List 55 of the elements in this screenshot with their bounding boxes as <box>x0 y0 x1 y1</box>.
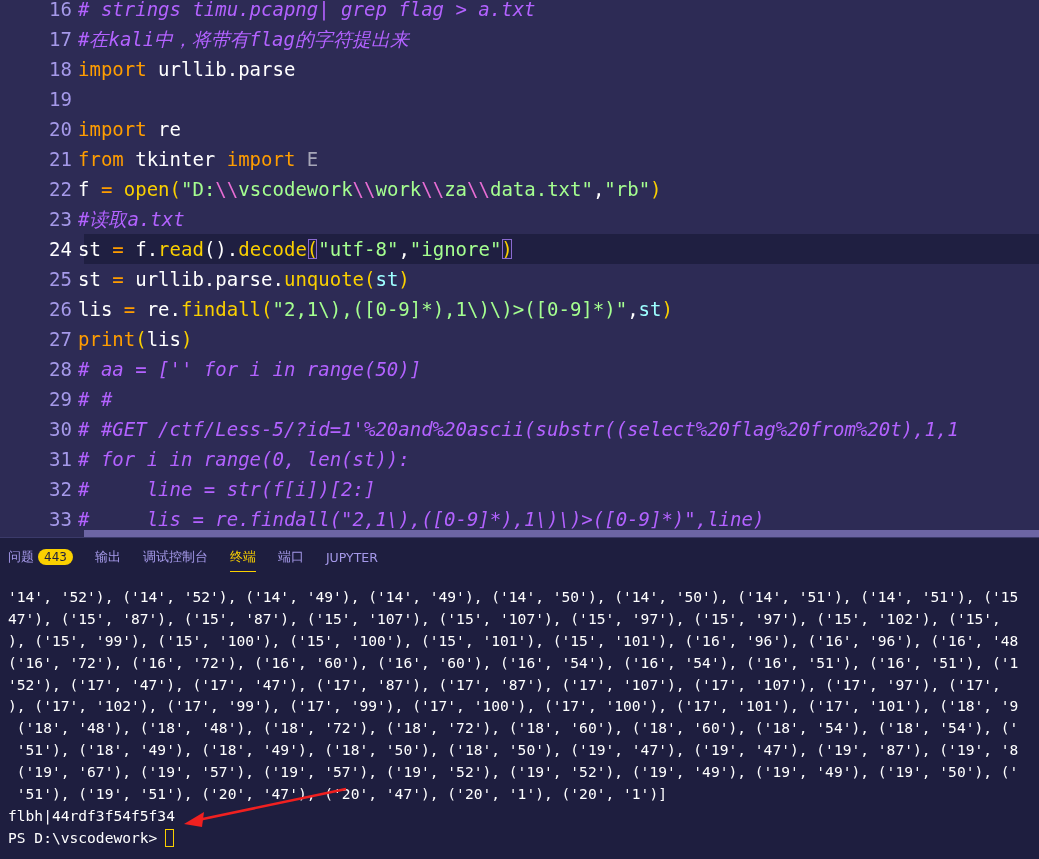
code-line: st = urllib.parse.unquote(st) <box>78 268 410 290</box>
terminal-prompt: PS D:\vscodework> <box>8 827 158 848</box>
terminal-output-line: ), ('15', '99'), ('15', '100'), ('15', '100'), ('15', '101'), ('15', '101'), ('16', '96'), ('16', '96'), ('16', '48 <box>8 630 1019 651</box>
code-line: # aa = ['' for i in range(50)] <box>78 358 422 380</box>
count-badge: 443 <box>38 549 73 565</box>
terminal-output-line: ('18', '48'), ('18', '48'), ('18', '72'), ('18', '72'), ('18', '60'), ('18', '60'), ('18', '54'), ('18', '54'), (' <box>15 718 1019 739</box>
panel-tab[interactable]: 端口 <box>277 548 304 572</box>
line-number: 29 <box>48 387 73 412</box>
terminal-output-line: ), ('17', '102'), ('17', '99'), ('17', '99'), ('17', '100'), ('17', '100'), ('17', '101'), ('17', '101'), ('18', '9 <box>8 696 1019 717</box>
line-number: 23 <box>48 207 73 232</box>
panel-tab[interactable]: 问题 443 <box>8 548 73 572</box>
line-number: 22 <box>48 177 73 202</box>
line-number: 19 <box>48 87 73 112</box>
code-line: print(lis) <box>78 328 193 350</box>
line-number: 26 <box>48 297 73 322</box>
line-number: 31 <box>48 447 73 472</box>
terminal-output-line: '52'), ('17', '47'), ('17', '47'), ('17', '87'), ('17', '87'), ('17', '107'), ('17', '107'), ('17', '97'), ('17', <box>8 674 1001 695</box>
line-number: 17 <box>48 27 73 52</box>
horizontal-scrollbar[interactable] <box>84 530 1039 537</box>
line-number: 30 <box>48 417 73 442</box>
terminal-output-line: ('16', '72'), ('16', '72'), ('16', '60'), ('16', '60'), ('16', '54'), ('16', '54'), ('16', '51'), ('16', '51'), ('1 <box>8 652 1019 673</box>
line-number: 16 <box>48 0 73 22</box>
code-line: import re <box>78 118 181 140</box>
panel-tab[interactable]: 输出 <box>94 548 121 572</box>
code-line: #读取a.txt <box>78 208 185 230</box>
panel-tab[interactable]: 调试控制台 <box>142 548 208 572</box>
terminal-output-line: 47'), ('15', '87'), ('15', '87'), ('15', '107'), ('15', '107'), ('15', '97'), ('15', '97'), ('15', '102'), ('15', <box>8 608 1001 629</box>
code-line: st = f.read().decode("utf-8","ignore") <box>78 238 513 260</box>
line-number: 32 <box>48 477 73 502</box>
code-line: from tkinter import E <box>78 148 319 170</box>
terminal-output-line: '51'), ('18', '49'), ('18', '49'), ('18', '50'), ('18', '50'), ('19', '47'), ('19', '47'), ('19', '87'), ('19', '8 <box>15 740 1019 761</box>
line-number: 28 <box>48 357 73 382</box>
code-line: import urllib.parse <box>78 58 296 80</box>
line-number: 25 <box>48 267 73 292</box>
code-line: f = open("D:\\vscodework\\work\\za\\data.txt","rb") <box>78 178 662 200</box>
panel-tab[interactable]: JUPYTER <box>325 549 378 571</box>
code-line: # # <box>78 388 113 410</box>
code-line: # #GET /ctf/Less-5/?id=1'%20and%20ascii(substr((select%20flag%20from%20t),1,1 <box>78 418 959 440</box>
panel-tab[interactable]: 终端 <box>229 548 256 572</box>
terminal-output-line: ('19', '67'), ('19', '57'), ('19', '57'), ('19', '52'), ('19', '52'), ('19', '49'), ('19', '49'), ('19', '50'), (' <box>15 762 1019 783</box>
line-number: 20 <box>48 117 73 142</box>
line-number: 18 <box>48 57 73 82</box>
code-line: # strings timu.pcapng| grep flag > a.txt <box>78 0 536 20</box>
code-line: # for i in range(0, len(st)): <box>78 448 410 470</box>
code-line: # line = str(f[i])[2:] <box>78 478 376 500</box>
code-line: lis = re.findall("2,1\),([0-9]*),1\)\)>([0-9]*)",st) <box>78 298 673 320</box>
line-number: 27 <box>48 327 73 352</box>
line-number: 21 <box>48 147 73 172</box>
line-number: 24 <box>48 237 73 262</box>
code-line: #在kali中，将带有flag的字符提出来 <box>78 28 409 50</box>
terminal-output-line: '14', '52'), ('14', '52'), ('14', '49'), ('14', '49'), ('14', '50'), ('14', '50'), ('14', '51'), ('14', '51'), ('15 <box>8 587 1019 607</box>
line-number: 33 <box>48 507 73 532</box>
terminal-cursor <box>165 828 175 847</box>
code-line: # lis = re.findall("2,1\),([0-9]*),1\)\)>([0-9]*)",line) <box>78 508 765 530</box>
terminal-output-line: flbh|44rdf3f54f5f34 <box>8 805 175 827</box>
